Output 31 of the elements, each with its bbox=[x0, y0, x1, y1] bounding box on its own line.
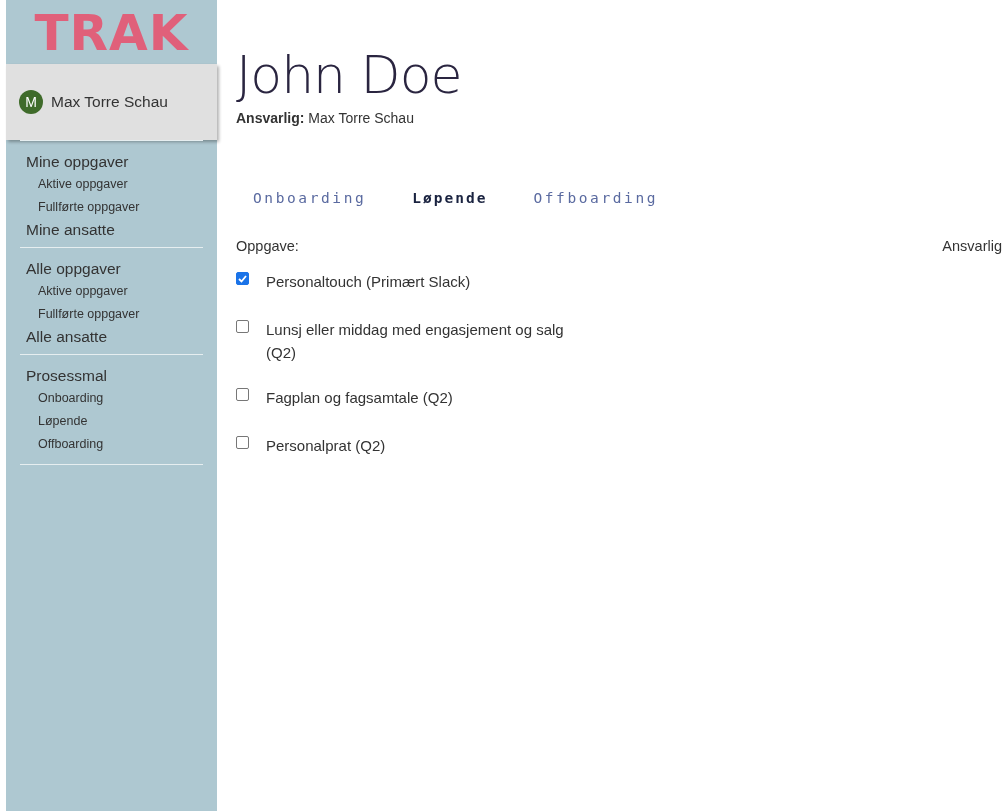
nav-link[interactable]: Fullførte oppgaver bbox=[20, 196, 140, 219]
tab[interactable]: Løpende bbox=[412, 190, 488, 206]
nav-heading-link[interactable]: Alle ansatte bbox=[20, 326, 107, 348]
tab[interactable]: Offboarding bbox=[533, 190, 659, 206]
checkbox[interactable] bbox=[236, 272, 249, 285]
nav-link[interactable]: Offboarding bbox=[20, 433, 104, 456]
nav-link[interactable]: Onboarding bbox=[20, 387, 104, 410]
nav-heading-link[interactable]: Mine ansatte bbox=[20, 219, 115, 241]
user-name: Max Torre Schau bbox=[51, 93, 168, 111]
task-label: Fagplan og fagsamtale (Q2) bbox=[266, 388, 453, 408]
logo: TRAK bbox=[34, 6, 189, 60]
responsible-text: Ansvarlig: Max Torre Schau bbox=[236, 110, 414, 126]
nav-link[interactable]: Løpende bbox=[20, 410, 88, 433]
employee-name: John Doe bbox=[236, 44, 462, 106]
nav-heading-link[interactable]: Mine oppgaver bbox=[20, 151, 129, 173]
nav-heading-link[interactable]: Prosessmal bbox=[20, 365, 107, 387]
avatar: M bbox=[19, 90, 43, 114]
column-header: Ansvarlig bbox=[942, 238, 1002, 254]
task-label: Personalprat (Q2) bbox=[266, 436, 386, 456]
column-header: Oppgave: bbox=[236, 238, 299, 254]
user-card[interactable]: M Max Torre Schau bbox=[6, 64, 217, 140]
nav-heading-link[interactable]: Alle oppgaver bbox=[20, 258, 121, 280]
task-label: Personaltouch (Primært Slack) bbox=[266, 272, 471, 292]
nav-link[interactable]: Aktive oppgaver bbox=[20, 173, 128, 196]
tab[interactable]: Onboarding bbox=[253, 190, 367, 206]
checkbox[interactable] bbox=[236, 388, 249, 401]
task-label: Lunsj eller middag med engasjement og salg (Q2) bbox=[266, 320, 565, 363]
checkbox[interactable] bbox=[236, 320, 249, 333]
nav-link[interactable]: Aktive oppgaver bbox=[20, 280, 128, 303]
nav-link[interactable]: Fullførte oppgaver bbox=[20, 303, 140, 326]
checkbox[interactable] bbox=[236, 436, 249, 449]
